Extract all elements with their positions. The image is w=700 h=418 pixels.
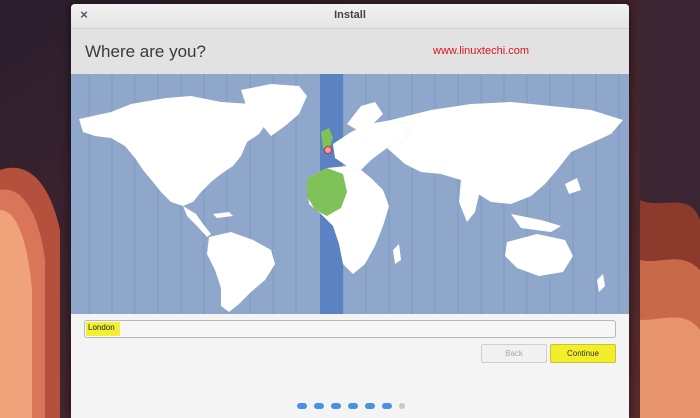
page-title: Where are you? [85,42,206,61]
location-value: London [88,323,115,332]
location-input[interactable]: London [84,320,616,338]
location-pin-icon [324,146,332,154]
step-dot-2 [314,403,324,409]
watermark-text: www.linuxtechi.com [433,45,529,57]
installer-window: × Install Where are you? www.linuxtechi.… [71,4,629,418]
title-bar: × Install [71,4,629,29]
step-dot-6 [382,403,392,409]
step-dot-5 [365,403,375,409]
page-header: Where are you? www.linuxtechi.com [71,29,629,74]
window-title: Install [334,9,366,21]
timezone-map[interactable] [71,74,629,314]
step-dot-3 [331,403,341,409]
step-dot-7 [399,403,405,409]
continue-button[interactable]: Continue [550,344,616,363]
world-map[interactable] [71,74,629,314]
back-button[interactable]: Back [481,344,547,363]
step-dot-1 [297,403,307,409]
step-dot-4 [348,403,358,409]
